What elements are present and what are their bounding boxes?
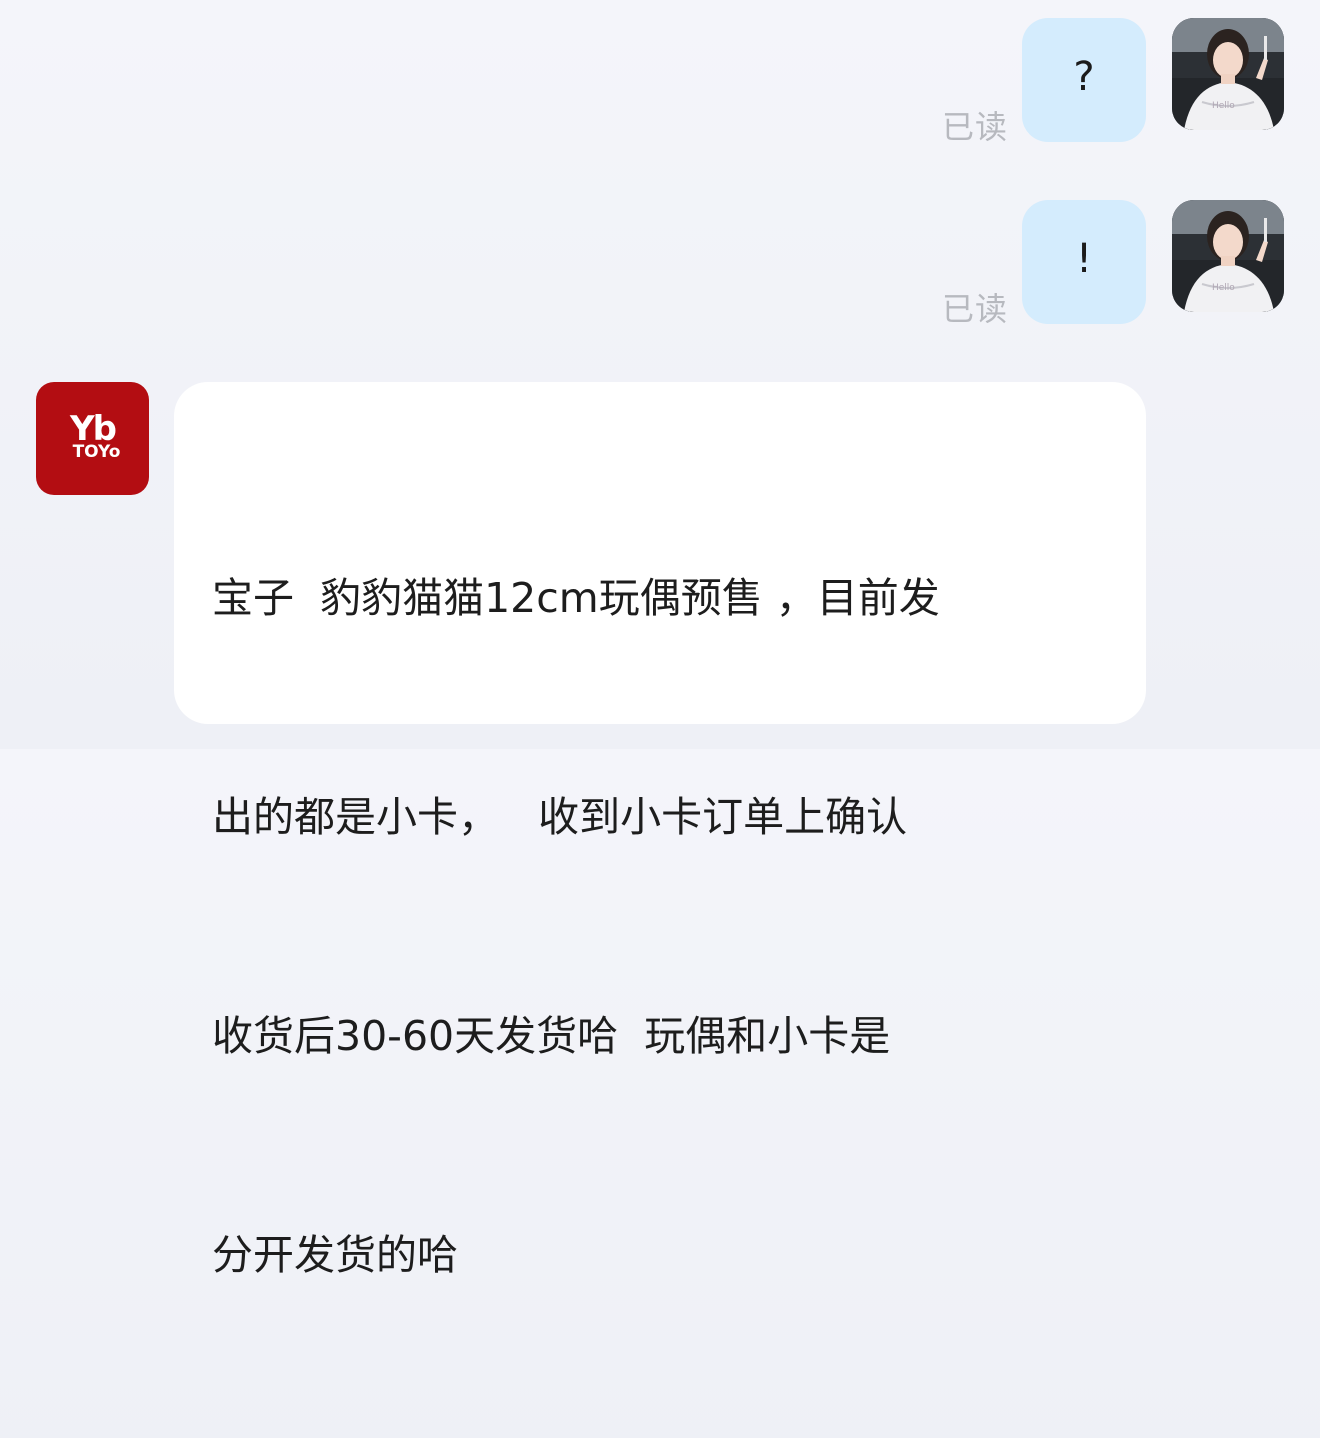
- user-avatar[interactable]: Hello: [1172, 200, 1284, 312]
- message-bubble-incoming[interactable]: 宝子 豹豹猫猫12cm玩偶预售 ，目前发 出的都是小卡， 收到小卡订单上确认 收…: [174, 382, 1146, 1279]
- user-photo-icon: Hello: [1172, 18, 1284, 130]
- message-line: 出的都是小卡， 收到小卡订单上确认: [212, 793, 908, 841]
- brand-avatar[interactable]: Yb TOYo: [36, 382, 149, 495]
- user-avatar[interactable]: Hello: [1172, 18, 1284, 130]
- svg-text:Hello: Hello: [1212, 101, 1235, 111]
- message-line: 分开发货的哈: [212, 1231, 458, 1279]
- brand-logo-top: Yb: [70, 409, 117, 449]
- user-photo-icon: Hello: [1172, 200, 1284, 312]
- message-row-outgoing: 已读 ? Hello: [942, 18, 1284, 148]
- message-row-outgoing: 已读 ! Hello: [942, 200, 1284, 330]
- svg-text:Hello: Hello: [1212, 283, 1235, 293]
- read-receipt: 已读: [941, 290, 1008, 328]
- message-line: 收货后30-60天发货哈 玩偶和小卡是: [212, 1012, 891, 1060]
- message-row-incoming: Yb TOYo 宝子 豹豹猫猫12cm玩偶预售 ，目前发 出的都是小卡， 收到小…: [36, 382, 1146, 1279]
- message-bubble-outgoing[interactable]: !: [1022, 200, 1146, 324]
- read-receipt: 已读: [941, 108, 1008, 146]
- message-bubble-outgoing[interactable]: ?: [1022, 18, 1146, 142]
- chat-thread: 已读 ? Hello 已读 ! Hello Yb TOYo 宝子 豹豹猫猫12c…: [0, 0, 1320, 1279]
- message-line: 宝子 豹豹猫猫12cm玩偶预售 ，目前发: [212, 574, 940, 622]
- brand-logo-bottom: TOYo: [72, 442, 121, 462]
